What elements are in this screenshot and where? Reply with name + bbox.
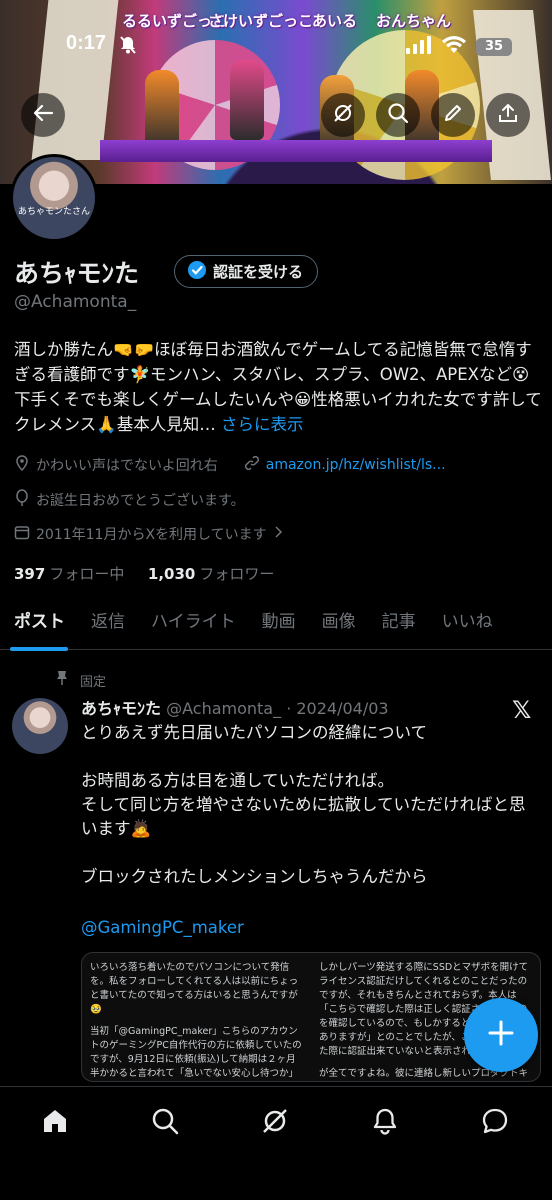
tab-articles[interactable]: 記事 xyxy=(369,598,429,649)
post-text: とりあえず先日届いたパソコンの経緯について お時間ある方は目を通していただければ… xyxy=(81,721,541,889)
post-header: あちｬモﾝた @Achamonta_ · 2024/04/03 xyxy=(81,695,389,719)
post-line: ブロックされたしメンションしちゃうんだから xyxy=(81,867,428,886)
tab-videos[interactable]: 動画 xyxy=(249,598,309,649)
post-line: とりあえず先日届いたパソコンの経緯について xyxy=(81,723,428,742)
tab-replies[interactable]: 返信 xyxy=(78,598,138,649)
followers-label: フォロワー xyxy=(199,565,275,583)
bottom-navigation xyxy=(0,1086,552,1200)
post-line xyxy=(81,745,541,769)
search-button[interactable] xyxy=(376,93,420,137)
post-author-name[interactable]: あちｬモﾝた xyxy=(81,699,161,718)
share-button[interactable] xyxy=(486,93,530,137)
profile-birthday-row: お誕生日おめでとうございます。 xyxy=(14,489,245,511)
pinned-indicator: 固定 xyxy=(56,670,106,690)
grok-button[interactable] xyxy=(321,93,365,137)
signal-icon xyxy=(406,36,432,58)
profile-avatar[interactable]: あちゃモンたさん xyxy=(10,154,98,242)
following-count: 397 xyxy=(14,565,46,583)
followers-count: 1,030 xyxy=(147,565,196,583)
tab-posts[interactable]: ポスト xyxy=(0,598,78,651)
status-time: 0:17 xyxy=(66,32,107,54)
link-icon xyxy=(244,455,260,475)
pin-icon xyxy=(56,670,68,690)
post-line: お時間ある方は目を通していただければ。 xyxy=(81,771,395,790)
share-icon xyxy=(497,102,519,128)
chat-bubble-icon xyxy=(480,1106,510,1140)
grok-icon xyxy=(332,102,354,128)
nav-home[interactable] xyxy=(33,1101,77,1145)
chevron-right-icon xyxy=(273,525,283,543)
banner-stage xyxy=(100,140,492,162)
profile-handle: @Achamonta_ xyxy=(14,292,137,312)
compose-button[interactable] xyxy=(464,998,538,1072)
followers-link[interactable]: 1,030 フォロワー xyxy=(148,565,274,583)
nav-notifications[interactable] xyxy=(363,1101,407,1145)
profile-banner[interactable]: るるいずごっこ さけいずごっこ あいる おんちゃん xyxy=(0,0,552,184)
post-line: そして同じ方を増やさないために拡散していただければと思います🙇 xyxy=(81,795,526,838)
avatar-caption: あちゃモンたさん xyxy=(17,207,90,217)
nav-search[interactable] xyxy=(143,1101,187,1145)
following-link[interactable]: 397 フォロー中 xyxy=(14,565,124,583)
tab-media[interactable]: 画像 xyxy=(309,598,369,649)
grok-icon xyxy=(260,1106,290,1140)
post-author-meta: @Achamonta_ · 2024/04/03 xyxy=(166,699,389,718)
profile-tabs: ポスト 返信 ハイライト 動画 画像 記事 いいね xyxy=(0,598,552,651)
wifi-icon xyxy=(442,36,466,58)
post-image-text: いろいろ落ち着いたのでパソコンについて発信を。私をフォローしてくれてる人は以前に… xyxy=(90,962,299,1015)
banner-character xyxy=(145,70,179,150)
banner-label: あいる xyxy=(312,12,358,30)
profile-name: あちｬモﾝた xyxy=(14,259,140,288)
show-more-link[interactable]: さらに表示 xyxy=(221,415,304,434)
arrow-left-icon xyxy=(32,102,54,128)
status-bar: 0:17 35 xyxy=(0,32,552,60)
following-label: フォロー中 xyxy=(49,565,125,583)
banner-character xyxy=(230,60,264,140)
tab-highlights[interactable]: ハイライト xyxy=(138,598,249,649)
pinned-label: 固定 xyxy=(80,674,107,690)
edit-button[interactable] xyxy=(431,93,475,137)
x-logo-icon[interactable]: 𝕏 xyxy=(512,696,531,724)
nav-messages[interactable] xyxy=(473,1101,517,1145)
location-icon xyxy=(14,455,30,475)
profile-meta-row: かわいい声はでないよ回れ右 amazon.jp/hz/wishlist/ls..… xyxy=(14,455,446,475)
post-avatar[interactable] xyxy=(12,698,68,754)
silent-bell-icon xyxy=(118,35,138,59)
calendar-icon xyxy=(14,524,30,544)
tab-likes[interactable]: いいね xyxy=(429,598,506,649)
post-image-text: 当初「@GamingPC_maker」こちらのアカウントのゲーミングPC自作代行… xyxy=(90,1026,302,1079)
profile-bio: 酒しか勝たん🤜🤛ほぼ毎日お酒飲んでゲームしてる記憶皆無で怠惰すぎる看護師です🧚モ… xyxy=(14,337,542,437)
post-line xyxy=(81,841,541,865)
search-icon xyxy=(387,102,409,128)
battery-icon: 35 xyxy=(476,38,512,56)
profile-joined-row[interactable]: 2011年11月からXを利用しています xyxy=(14,524,283,544)
pencil-icon xyxy=(442,102,464,128)
get-verified-label: 認証を受ける xyxy=(213,263,304,281)
banner-label: おんちゃん xyxy=(376,12,452,30)
profile-joined: 2011年11月からXを利用しています xyxy=(36,527,267,543)
post-image-left-column: いろいろ落ち着いたのでパソコンについて発信を。私をフォローしてくれてる人は以前に… xyxy=(82,953,311,1081)
get-verified-button[interactable]: 認証を受ける xyxy=(174,255,319,288)
verified-badge-icon xyxy=(187,260,207,284)
nav-grok[interactable] xyxy=(253,1101,297,1145)
banner-label: さけいずごっこ xyxy=(208,12,314,30)
profile-birthday: お誕生日おめでとうございます。 xyxy=(36,493,245,509)
profile-website-link[interactable]: amazon.jp/hz/wishlist/ls... xyxy=(266,457,446,473)
post-mention-link[interactable]: @GamingPC_maker xyxy=(81,918,244,937)
battery-level: 35 xyxy=(484,39,504,54)
bell-icon xyxy=(370,1106,400,1140)
plus-icon xyxy=(486,1018,516,1052)
follow-stats: 397 フォロー中 1,030 フォロワー xyxy=(14,563,274,584)
home-icon xyxy=(40,1106,70,1140)
search-icon xyxy=(150,1106,180,1140)
balloon-icon xyxy=(14,489,30,511)
profile-location: かわいい声はでないよ回れ右 xyxy=(36,458,218,474)
back-button[interactable] xyxy=(21,93,65,137)
